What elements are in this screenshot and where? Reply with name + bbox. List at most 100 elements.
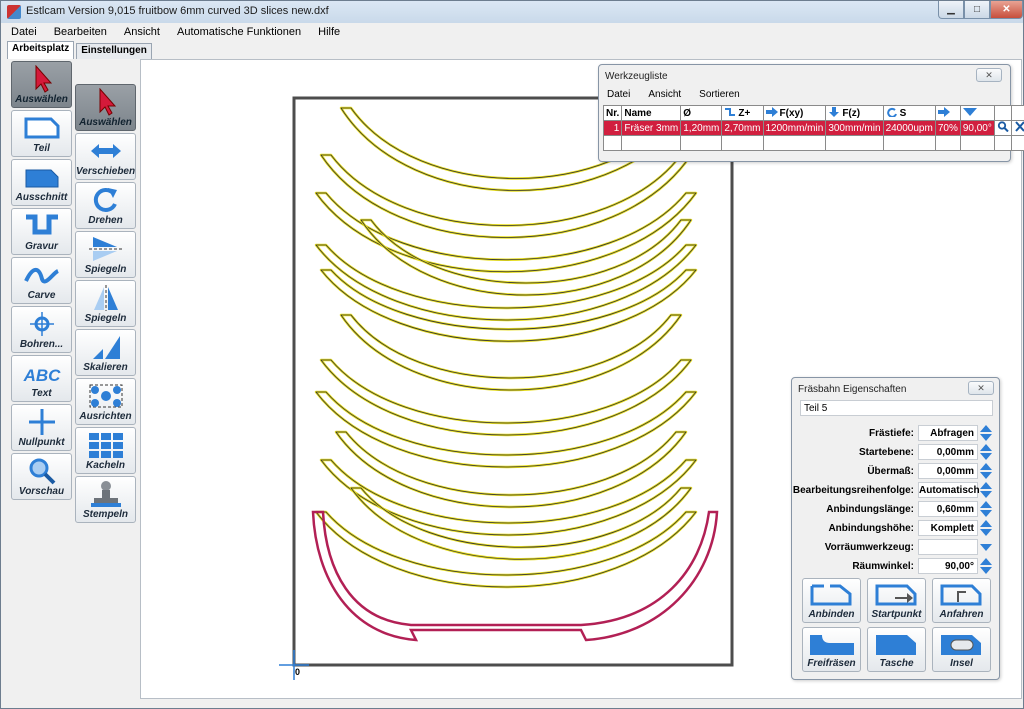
tool-preview-button[interactable]: Vorschau	[11, 453, 72, 500]
tool-list-menu-sortieren[interactable]: Sortieren	[699, 89, 740, 100]
col-z-plus[interactable]: Z+	[721, 105, 764, 121]
tool-select2-button[interactable]: Auswählen	[75, 84, 136, 131]
tool-mirror-vertical-button[interactable]: Spiegeln	[75, 280, 136, 327]
tool-label: Spiegeln	[84, 313, 127, 324]
mirror-vertical-icon	[94, 285, 118, 311]
tile-icon	[89, 433, 123, 458]
menu-ansicht[interactable]: Ansicht	[115, 23, 168, 42]
maximize-button[interactable]: □	[964, 1, 990, 19]
col-nr[interactable]: Nr.	[602, 105, 623, 121]
pocket-button[interactable]: Tasche	[867, 627, 926, 672]
clearing-angle-field[interactable]: 90,00°	[918, 558, 978, 574]
tab-length-field[interactable]: 0,60mm	[918, 501, 978, 517]
app-icon	[7, 5, 21, 19]
carve-icon	[24, 267, 60, 284]
free-milling-button[interactable]: Freifräsen	[802, 627, 861, 672]
tool-origin-button[interactable]: Nullpunkt	[11, 404, 72, 451]
spinner-icon[interactable]	[980, 463, 992, 479]
tool-part-button[interactable]: Teil	[11, 110, 72, 157]
prop-row-tab-length: Anbindungslänge: 0,60mm	[800, 500, 996, 519]
tool-engrave-button[interactable]: Gravur	[11, 208, 72, 255]
approach-icon	[940, 584, 982, 606]
tool-rotate-button[interactable]: Drehen	[75, 182, 136, 229]
tab-height-field[interactable]: Komplett	[918, 520, 978, 536]
start-plane-field[interactable]: 0,00mm	[918, 444, 978, 460]
tool-list-menu-ansicht[interactable]: Ansicht	[648, 89, 681, 100]
tool-label: Stempeln	[82, 509, 128, 520]
milling-depth-field[interactable]: Abfragen	[918, 425, 978, 441]
close-button[interactable]: ✕	[990, 1, 1023, 19]
tool-text-button[interactable]: ABC Text	[11, 355, 72, 402]
spinner-icon[interactable]	[980, 520, 992, 536]
button-label: Anbinden	[808, 609, 855, 620]
col-fz[interactable]: F(z)	[825, 105, 884, 121]
col-speed[interactable]: S	[882, 105, 936, 121]
button-label: Startpunkt	[871, 609, 922, 620]
start-point-button[interactable]: Startpunkt	[867, 578, 926, 623]
island-button[interactable]: Insel	[932, 627, 991, 672]
cell-nr: 1	[602, 120, 623, 136]
cursor-icon	[35, 65, 53, 93]
cursor-icon	[99, 88, 117, 116]
minimize-button[interactable]: ▁	[938, 1, 964, 19]
spinner-icon[interactable]	[980, 501, 992, 517]
tool-align-button[interactable]: Ausrichten	[75, 378, 136, 425]
dropdown-arrow-icon[interactable]	[980, 539, 992, 555]
spinner-icon[interactable]	[980, 444, 992, 460]
tool-move-button[interactable]: Verschieben	[75, 133, 136, 180]
roughing-tool-field[interactable]	[918, 539, 978, 555]
search-tool-button[interactable]	[993, 120, 1012, 136]
processing-order-field[interactable]: Automatisch	[918, 482, 980, 498]
slice-part[interactable]	[319, 358, 693, 437]
tool-list-menu-datei[interactable]: Datei	[607, 89, 630, 100]
tool-tile-button[interactable]: Kacheln	[75, 427, 136, 474]
menu-hilfe[interactable]: Hilfe	[309, 23, 348, 42]
col-extra-1	[993, 105, 1012, 121]
title-bar[interactable]: Estlcam Version 9,015 fruitbow 6mm curve…	[1, 1, 1023, 23]
spinner-icon[interactable]	[980, 425, 992, 441]
scale-icon	[93, 336, 120, 359]
tool-carve-button[interactable]: Carve	[11, 257, 72, 304]
tool-label: Spiegeln	[84, 264, 127, 275]
slice-part[interactable]	[339, 313, 683, 392]
tool-list-menu: Datei Ansicht Sortieren	[607, 89, 758, 100]
panel-title: Werkzeugliste	[605, 71, 668, 82]
menu-bearbeiten[interactable]: Bearbeiten	[45, 23, 115, 42]
tool-label: Verschieben	[76, 166, 136, 177]
spinner-icon[interactable]	[980, 558, 992, 574]
menu-automatische-funktionen[interactable]: Automatische Funktionen	[168, 23, 309, 42]
allowance-field[interactable]: 0,00mm	[918, 463, 978, 479]
approach-button[interactable]: Anfahren	[932, 578, 991, 623]
spinner-icon[interactable]	[980, 482, 992, 498]
cell-name: Fräser 3mm	[621, 120, 682, 136]
col-diameter[interactable]: Ø	[680, 105, 723, 121]
col-angle[interactable]	[959, 105, 995, 121]
tool-label: Gravur	[25, 241, 58, 252]
col-feed-percent[interactable]	[934, 105, 961, 121]
tool-label: Skalieren	[83, 362, 128, 373]
panel-close-button[interactable]: ✕	[976, 68, 1002, 82]
delete-tool-button[interactable]	[1010, 120, 1024, 136]
pocket-icon	[876, 635, 916, 655]
col-fxy[interactable]: F(xy)	[762, 105, 827, 121]
tool-label: Teil	[33, 143, 50, 154]
tab-arbeitsplatz[interactable]: Arbeitsplatz	[7, 41, 75, 59]
table-row[interactable]: 1 Fräser 3mm 1,20mm 2,70mm 1200mm/min 30…	[602, 120, 1024, 136]
tool-stamp-button[interactable]: Stempeln	[75, 476, 136, 523]
tool-drill-button[interactable]: Bohren...	[11, 306, 72, 353]
tab-einstellungen[interactable]: Einstellungen	[76, 43, 152, 59]
tool-mirror-horizontal-button[interactable]: Spiegeln	[75, 231, 136, 278]
tool-scale-button[interactable]: Skalieren	[75, 329, 136, 376]
tool-cutout-button[interactable]: Ausschnitt	[11, 159, 72, 206]
tool-label: Auswählen	[15, 94, 68, 105]
origin-label: 0	[295, 667, 301, 677]
tabs-button[interactable]: Anbinden	[802, 578, 861, 623]
slice-part[interactable]	[334, 430, 688, 509]
col-name[interactable]: Name	[621, 105, 682, 121]
panel-close-button[interactable]: ✕	[968, 381, 994, 395]
prop-row-clearing-angle: Räumwinkel: 90,00°	[800, 557, 996, 576]
menu-datei[interactable]: Datei	[2, 23, 45, 42]
tool-select-button[interactable]: Auswählen	[11, 61, 72, 108]
toolpath-properties-panel: Fräsbahn Eigenschaften ✕ Teil 5 Frästief…	[791, 377, 1000, 680]
tool-label: Ausschnitt	[15, 192, 68, 203]
